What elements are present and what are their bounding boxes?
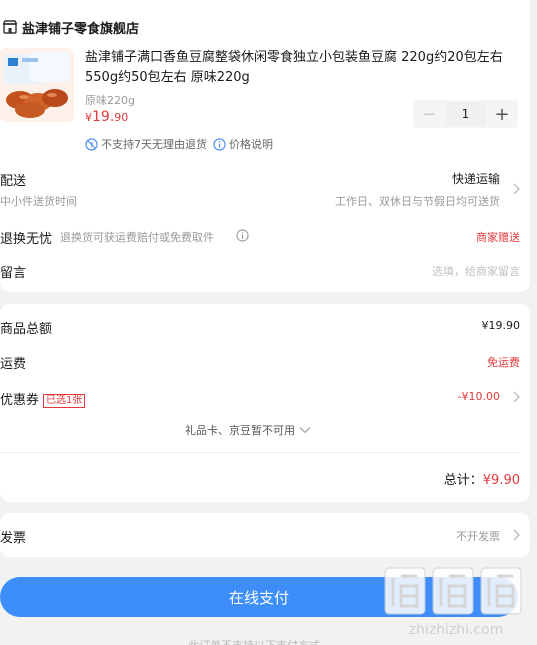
no-return-icon: 7 [85,137,98,151]
message-label: 留言 [0,266,27,281]
coupon-selected-badge: 已选1张 [43,394,86,408]
invoice-card[interactable] [0,513,530,557]
return-service-value: 商家赠送 [476,231,520,244]
no-return-label: 不支持7天无理由退货 [101,138,207,151]
delivery-time[interactable]: 工作日、双休日与节假日均可送货 [335,193,500,209]
product-price: ¥19.90 [85,109,129,125]
coupon-label: 优惠券 [0,393,40,408]
info-icon[interactable] [236,229,249,242]
coupon-row[interactable]: 优惠券 已选1张 [0,389,86,408]
product-thumbnail[interactable] [0,48,74,122]
shipping-label: 运费 [0,357,27,372]
shop-header[interactable]: 盐津铺子零食旗舰店 [0,16,139,38]
delivery-sublabel: 中小件送货时间 [0,195,77,208]
total-label: 总计： [443,473,483,488]
return-service-desc: 退换货可获运费赔付或免费取件 [60,231,214,244]
delivery-method[interactable]: 快递运输 [452,170,500,187]
delivery-label: 配送 [0,174,27,189]
decrease-button[interactable]: − [413,100,445,128]
total-value: ¥9.90 [482,473,520,488]
info-icon[interactable] [213,137,226,151]
invoice-label: 发票 [0,531,27,546]
shop-name: 盐津铺子零食旗舰店 [22,21,140,37]
invoice-value[interactable]: 不开发票 [456,528,500,544]
goods-total-label: 商品总额 [0,322,53,337]
goods-total-value: ¥19.90 [481,319,521,332]
chevron-right-icon[interactable] [512,391,520,403]
gift-card-toggle[interactable]: 礼品卡、京豆暂不可用 [185,422,311,438]
payment-hint: 此订单不支持以下支付方式 [188,637,320,645]
shipping-value: 免运费 [487,356,520,369]
coupon-value[interactable]: -¥10.00 [458,390,500,403]
message-input[interactable]: 选填，给商家留言 [432,263,520,279]
product-title[interactable]: 盐津铺子满口香鱼豆腐整袋休闲零食独立小包装鱼豆腐 220g约20包左右 550g… [85,48,523,88]
chevron-right-icon[interactable] [512,183,520,195]
price-explain-link[interactable]: 价格说明 [229,136,273,152]
chevron-right-icon[interactable] [512,529,520,541]
return-service-label: 退换无忧 [0,232,53,247]
service-tags: 7 不支持7天无理由退货 价格说明 [85,136,273,152]
order-total: 总计：¥9.90 [444,469,520,488]
svg-text:zhizhizhi.com: zhizhizhi.com [409,622,504,638]
gift-card-note: 礼品卡、京豆暂不可用 [185,424,295,437]
chevron-down-icon [299,427,311,434]
increase-button[interactable]: + [486,100,518,128]
summary-divider [0,452,520,453]
watermark-logo: zhizhizhi.com [384,567,522,638]
quantity-input[interactable]: 1 [445,102,486,126]
shop-icon [2,20,18,34]
product-image [0,48,74,122]
quantity-stepper: − 1 + [413,100,518,128]
